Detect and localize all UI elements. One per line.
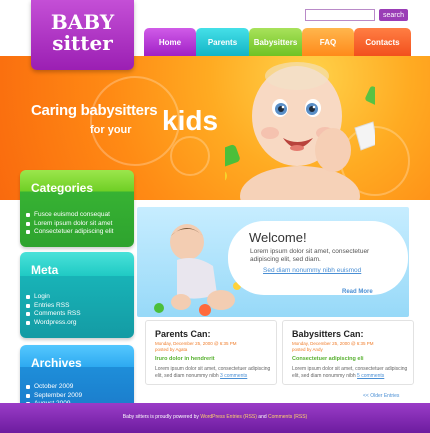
sidebar-categories: Categories Fusce euismod consequat Lorem…: [20, 170, 134, 247]
header: BABY sitter search Home Parents Babysitt…: [0, 0, 430, 70]
comments-link[interactable]: 3 comments: [220, 373, 247, 379]
footer-credit: Baby sitters is proudly powered by: [122, 414, 199, 420]
footer-and: and: [258, 414, 267, 420]
list-item[interactable]: Login: [26, 293, 81, 302]
bullet-icon: [26, 230, 30, 235]
search-button[interactable]: search: [379, 9, 408, 21]
list-item[interactable]: Lorem ipsum dolor sit amet: [26, 220, 114, 229]
comments-link[interactable]: 5 comments: [357, 373, 384, 379]
nav-tab-home[interactable]: Home: [144, 28, 196, 56]
bullet-icon: [26, 312, 30, 317]
logo-line-1: BABY: [50, 10, 115, 34]
list-item[interactable]: Consectetuer adipiscing elit: [26, 228, 114, 237]
footer: Baby sitters is proudly powered by WordP…: [0, 403, 430, 433]
post-date: Monday, December 25, 2000 @ 6:35 PM: [292, 341, 374, 346]
hero-headline: Caring babysitters: [31, 102, 158, 119]
post-title[interactable]: Parents Can:: [155, 329, 211, 339]
meta-link[interactable]: Entries RSS: [34, 302, 69, 311]
welcome-text: Lorem ipsum dolor sit amet, consectetuer…: [250, 248, 370, 263]
baby-photo: [225, 62, 375, 200]
post-subtitle: Iruro dolor in hendrerit: [155, 356, 215, 362]
bubble-tail: [236, 257, 248, 273]
post-excerpt: Lorem ipsum dolor sit amet, consectetuer…: [155, 366, 273, 380]
meta-link[interactable]: Wordpress.org: [34, 319, 77, 328]
meta-link[interactable]: Login: [34, 293, 50, 302]
category-link[interactable]: Lorem ipsum dolor sit amet: [34, 220, 112, 229]
footer-entries-rss-link[interactable]: WordPress Entries (RSS): [200, 414, 257, 420]
archives-title: Archives: [31, 356, 82, 370]
welcome-link[interactable]: Sed diam nonummy nibh euismod: [263, 267, 361, 274]
list-item[interactable]: October 2009: [26, 383, 82, 392]
post-meta: Monday, December 25, 2000 @ 6:35 PM post…: [292, 341, 374, 352]
list-item[interactable]: September 2009: [26, 392, 82, 401]
footer-comments-rss-link[interactable]: Comments (RSS): [268, 414, 307, 420]
site-logo[interactable]: BABY sitter: [31, 0, 134, 70]
nav-tab-parents[interactable]: Parents: [196, 28, 249, 56]
categories-list: Fusce euismod consequat Lorem ipsum dolo…: [26, 211, 114, 237]
categories-title: Categories: [31, 181, 94, 195]
list-item[interactable]: Entries RSS: [26, 302, 81, 311]
post-date: Monday, December 25, 2000 @ 6:35 PM: [155, 341, 237, 346]
older-entries-link[interactable]: << Older Entries: [363, 393, 399, 399]
footer-text: Baby sitters is proudly powered by WordP…: [0, 414, 430, 420]
category-link[interactable]: Fusce euismod consequat: [34, 211, 110, 220]
post-title[interactable]: Babysitters Can:: [292, 329, 364, 339]
bullet-icon: [26, 393, 30, 398]
bullet-icon: [26, 385, 30, 390]
archive-link[interactable]: September 2009: [34, 392, 82, 401]
meta-title: Meta: [31, 263, 59, 277]
sidebar-meta: Meta Login Entries RSS Comments RSS Word…: [20, 252, 134, 338]
archive-link[interactable]: October 2009: [34, 383, 73, 392]
bullet-icon: [26, 213, 30, 218]
nav-tab-babysitters[interactable]: Babysitters: [249, 28, 302, 56]
bullet-icon: [26, 295, 30, 300]
meta-link[interactable]: Comments RSS: [34, 310, 81, 319]
list-item[interactable]: Comments RSS: [26, 310, 81, 319]
category-link[interactable]: Consectetuer adipiscing elit: [34, 228, 114, 237]
post-author: posted by Andy: [292, 346, 323, 352]
bullet-icon: [26, 221, 30, 226]
search-input[interactable]: [305, 9, 375, 21]
welcome-panel: Welcome! Lorem ipsum dolor sit amet, con…: [137, 207, 409, 317]
post-babysitters: Babysitters Can: Monday, December 25, 20…: [282, 320, 414, 385]
post-parents: Parents Can: Monday, December 25, 2000 @…: [145, 320, 277, 385]
bullet-icon: [26, 320, 30, 325]
nav-tab-contacts[interactable]: Contacts: [354, 28, 411, 56]
welcome-title: Welcome!: [249, 230, 307, 245]
read-more-link[interactable]: Read More: [342, 289, 373, 295]
post-subtitle: Consectetuer adipiscing eli: [292, 356, 364, 362]
nav-tab-faq[interactable]: FAQ: [302, 28, 354, 56]
logo-line-2: sitter: [52, 31, 113, 55]
list-item[interactable]: Fusce euismod consequat: [26, 211, 114, 220]
post-text: Lorem ipsum dolor sit amet, consectetuer…: [155, 366, 271, 379]
decor-ring: [170, 136, 210, 176]
meta-list: Login Entries RSS Comments RSS Wordpress…: [26, 293, 81, 327]
post-meta: Monday, December 25, 2000 @ 6:35 PM post…: [155, 341, 237, 352]
post-excerpt: Lorem ipsum dolor sit amet, consectetuer…: [292, 366, 410, 380]
list-item[interactable]: Wordpress.org: [26, 319, 81, 328]
hero-kids-word: kids: [162, 105, 219, 136]
hero-subline: for your: [90, 124, 132, 136]
post-text: Lorem ipsum dolor sit amet, consectetuer…: [292, 366, 408, 379]
bullet-icon: [26, 303, 30, 308]
main-nav: Home Parents Babysitters FAQ Contacts: [144, 28, 411, 56]
post-author: posted by Agata: [155, 346, 188, 352]
